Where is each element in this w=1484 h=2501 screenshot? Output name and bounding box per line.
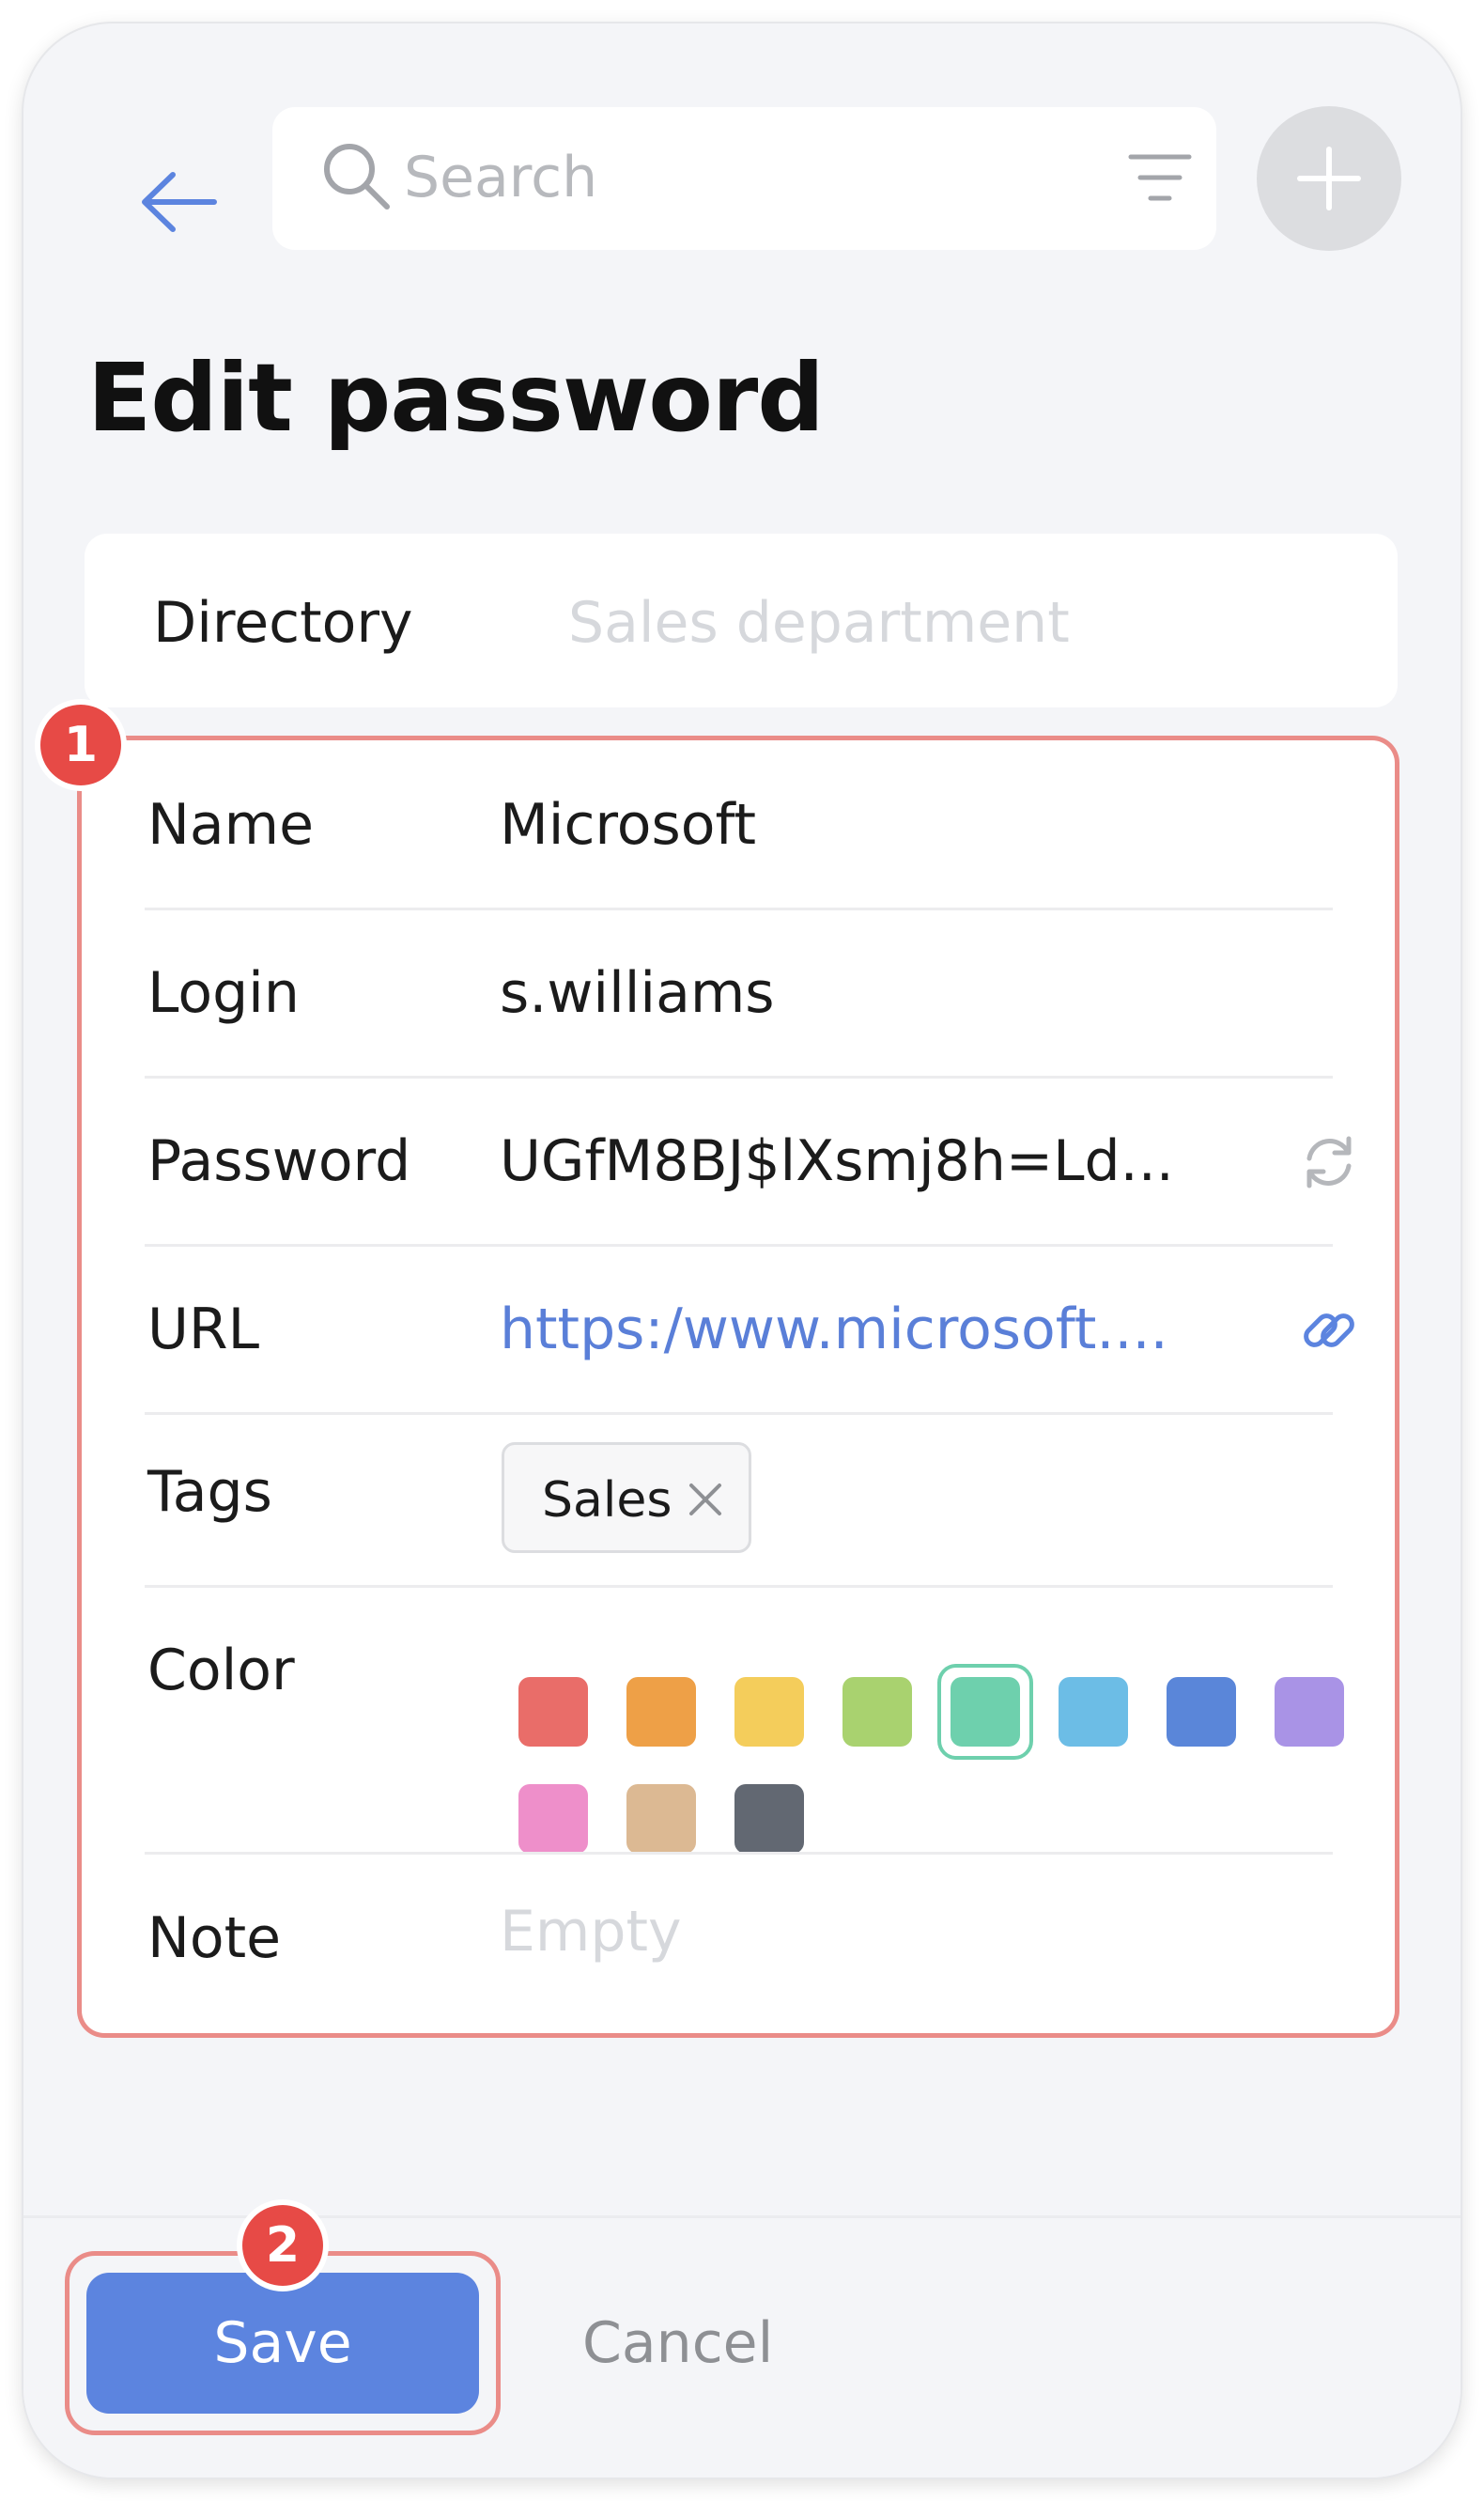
url-field[interactable]: https:/www.microsoft....	[500, 1297, 1270, 1362]
filter-icon[interactable]	[1127, 149, 1193, 208]
step-badge-2: 2	[242, 2205, 323, 2286]
add-button[interactable]	[1257, 106, 1401, 251]
divider	[145, 908, 1333, 910]
color-swatch[interactable]	[518, 1677, 588, 1747]
refresh-icon[interactable]	[1298, 1131, 1360, 1193]
divider	[145, 1852, 1333, 1855]
login-field[interactable]: s.williams	[500, 960, 1251, 1026]
note-label: Note	[147, 1905, 282, 1971]
color-swatch[interactable]	[937, 1664, 1033, 1760]
step-badge-1: 1	[40, 705, 121, 785]
name-field[interactable]: Microsoft	[500, 792, 1251, 858]
cancel-button[interactable]: Cancel	[582, 2273, 864, 2414]
divider	[145, 1076, 1333, 1079]
color-label: Color	[147, 1638, 295, 1703]
password-label: Password	[147, 1128, 411, 1194]
back-button[interactable]	[113, 146, 244, 258]
color-swatch[interactable]	[626, 1677, 696, 1747]
search-bar	[272, 107, 1216, 250]
color-swatch[interactable]	[842, 1677, 912, 1747]
password-field[interactable]: UGfM8BJ$lXsmj8h=Ld...	[500, 1128, 1270, 1194]
plus-icon	[1297, 147, 1361, 210]
color-swatch[interactable]	[1167, 1677, 1236, 1747]
search-input[interactable]	[404, 140, 1061, 215]
name-label: Name	[147, 792, 315, 858]
color-swatch[interactable]	[518, 1784, 588, 1854]
phone-screen: Edit password Directory Sales department…	[23, 23, 1461, 2478]
directory-field[interactable]: Directory Sales department	[85, 534, 1398, 707]
close-icon[interactable]	[686, 1480, 725, 1519]
page-title: Edit password	[87, 343, 825, 453]
tags-label: Tags	[147, 1459, 272, 1525]
directory-label: Directory	[153, 590, 413, 656]
password-details-card: Name Microsoft Login s.williams Password…	[82, 740, 1395, 2033]
search-icon	[324, 144, 390, 210]
color-swatch[interactable]	[734, 1784, 804, 1854]
color-swatch[interactable]	[1275, 1677, 1344, 1747]
tag-chip[interactable]: Sales	[502, 1442, 751, 1553]
tag-label: Sales	[542, 1472, 672, 1529]
color-swatch[interactable]	[1059, 1677, 1128, 1747]
save-button[interactable]: Save	[86, 2273, 479, 2414]
color-swatch[interactable]	[734, 1677, 804, 1747]
divider	[145, 1585, 1333, 1588]
url-label: URL	[147, 1297, 260, 1362]
divider	[145, 1244, 1333, 1247]
arrow-left-icon	[142, 172, 217, 232]
divider	[145, 1412, 1333, 1415]
note-field[interactable]: Empty	[500, 1899, 1270, 1965]
login-label: Login	[147, 960, 300, 1026]
directory-value: Sales department	[568, 590, 1070, 656]
link-icon[interactable]	[1298, 1299, 1360, 1361]
color-swatch[interactable]	[626, 1784, 696, 1854]
